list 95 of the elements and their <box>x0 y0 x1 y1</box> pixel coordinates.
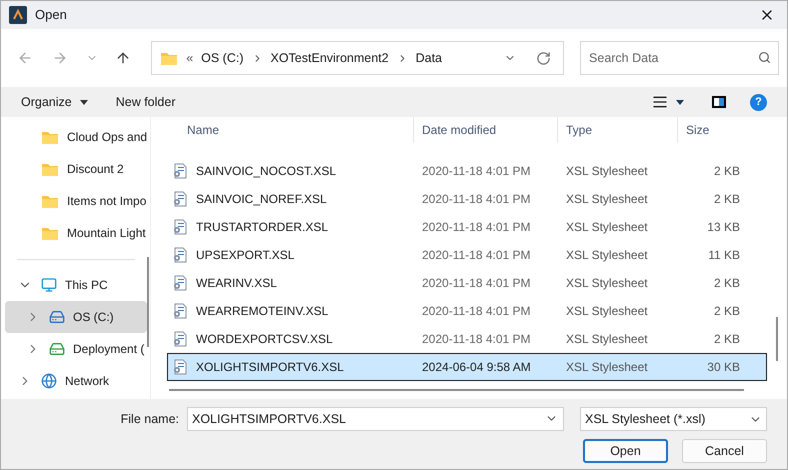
file-type-dropdown[interactable]: XSL Stylesheet (*.xsl) <box>580 407 767 431</box>
view-options-button[interactable] <box>652 94 684 110</box>
file-name: WORDEXPORTCSV.XSL <box>196 331 333 348</box>
size-cell-text: 2 KB <box>712 331 740 348</box>
stylesheet-file-icon <box>172 163 188 179</box>
cancel-button[interactable]: Cancel <box>682 439 767 463</box>
sidebar-item[interactable]: Mountain Light <box>5 217 147 249</box>
sidebar-item[interactable]: Items not Impo <box>5 185 147 217</box>
organize-menu[interactable]: Organize <box>21 92 88 112</box>
caret-icon <box>80 100 88 104</box>
file-name: SAINVOIC_NOCOST.XSL <box>196 163 336 180</box>
date-cell-text: 2020-11-18 4:01 PM <box>421 275 532 292</box>
file-name: WEARREMOTEINV.XSL <box>196 303 328 320</box>
type-cell-text: XSL Stylesheet <box>565 219 649 236</box>
breadcrumb-item[interactable]: XOTestEnvironment2 <box>270 48 389 68</box>
file-row[interactable]: XOLIGHTSIMPORTV6.XSL 2024-06-04 9:58 AM XSL Stylesheet 30 KB <box>167 353 767 381</box>
date-cell-text: 2020-11-18 4:01 PM <box>421 331 532 348</box>
stylesheet-file-icon <box>172 247 188 263</box>
new-folder-button[interactable]: New folder <box>116 92 176 112</box>
type-cell-text: XSL Stylesheet <box>565 163 649 180</box>
file-name: WEARINV.XSL <box>196 275 277 292</box>
date-cell-text: 2020-11-18 4:01 PM <box>421 163 532 180</box>
sidebar-item[interactable]: Network <box>5 365 147 397</box>
sidebar-item[interactable]: This PC <box>5 269 147 301</box>
stylesheet-file-icon <box>172 219 188 235</box>
drive-icon <box>49 341 65 357</box>
file-row[interactable]: WEARINV.XSL 2020-11-18 4:01 PM XSL Stylesheet 2 KB <box>167 269 767 297</box>
search-field[interactable]: Search Data <box>580 41 779 75</box>
drive-icon <box>49 309 65 325</box>
date-cell-text: 2020-11-18 4:01 PM <box>421 191 532 208</box>
stylesheet-file-icon <box>172 331 188 347</box>
file-name-label: File name: <box>120 410 179 428</box>
sidebar-item[interactable]: Cloud Ops and <box>5 121 147 153</box>
sidebar-item[interactable]: OS (C:) <box>5 301 147 333</box>
size-cell-text: 13 KB <box>706 219 740 236</box>
date-cell-text: 2024-06-04 9:58 AM <box>421 359 532 376</box>
type-cell-text: XSL Stylesheet <box>565 247 649 264</box>
sidebar-item[interactable]: Deployment ( <box>5 333 147 365</box>
file-name: SAINVOIC_NOREF.XSL <box>196 191 327 208</box>
file-name: XOLIGHTSIMPORTV6.XSL <box>196 359 344 376</box>
folder-icon <box>41 130 59 144</box>
open-button[interactable]: Open <box>583 439 668 463</box>
type-cell-text: XSL Stylesheet <box>565 191 649 208</box>
type-cell-text: XSL Stylesheet <box>565 331 649 348</box>
stylesheet-file-icon <box>172 303 188 319</box>
details-view-icon[interactable] <box>652 94 668 110</box>
address-bar[interactable]: « OS (C:) XOTestEnvironment2 Data <box>151 41 564 75</box>
size-cell-text: 2 KB <box>712 275 740 292</box>
preview-pane-button[interactable] <box>712 96 726 108</box>
folder-icon <box>160 50 178 66</box>
sidebar-item[interactable]: Discount 2 <box>5 153 147 185</box>
file-name: UPSEXPORT.XSL <box>196 247 294 264</box>
column-header[interactable]: Date modified <box>413 117 557 143</box>
window-title: Open <box>35 6 67 24</box>
file-row[interactable]: WORDEXPORTCSV.XSL 2020-11-18 4:01 PM XSL Stylesheet 2 KB <box>167 325 767 353</box>
globe-icon <box>41 373 57 389</box>
size-cell-text: 2 KB <box>712 191 740 208</box>
horizontal-scrollbar[interactable] <box>169 389 744 391</box>
stylesheet-file-icon <box>172 359 188 375</box>
type-cell-text: XSL Stylesheet <box>565 359 649 376</box>
file-row[interactable]: SAINVOIC_NOCOST.XSL 2020-11-18 4:01 PM XSL Stylesheet 2 KB <box>167 157 767 185</box>
refresh-icon[interactable] <box>536 50 552 66</box>
size-cell-text: 2 KB <box>712 303 740 320</box>
monitor-icon <box>41 277 57 293</box>
stylesheet-file-icon <box>172 191 188 207</box>
folder-icon <box>41 226 59 240</box>
size-cell-text: 11 KB <box>707 247 740 264</box>
type-cell-text: XSL Stylesheet <box>565 275 649 292</box>
folder-icon <box>41 162 59 176</box>
app-logo-icon <box>9 6 27 24</box>
overflow-chevron[interactable]: « <box>186 48 194 68</box>
help-button[interactable]: ? <box>750 94 767 110</box>
breadcrumb-item[interactable]: Data <box>416 48 442 68</box>
date-cell-text: 2020-11-18 4:01 PM <box>421 247 532 264</box>
column-header[interactable]: Size <box>677 117 741 143</box>
stylesheet-file-icon <box>172 275 188 291</box>
column-header[interactable]: Name <box>167 117 413 143</box>
file-row[interactable]: WEARREMOTEINV.XSL 2020-11-18 4:01 PM XSL Stylesheet 2 KB <box>167 297 767 325</box>
caret-icon <box>676 100 684 104</box>
file-row[interactable]: TRUSTARTORDER.XSL 2020-11-18 4:01 PM XSL Stylesheet 13 KB <box>167 213 767 241</box>
search-icon <box>758 51 771 64</box>
breadcrumb-item[interactable]: OS (C:) <box>201 48 244 68</box>
size-cell-text: 2 KB <box>712 163 740 180</box>
type-cell-text: XSL Stylesheet <box>565 303 649 320</box>
file-row[interactable]: UPSEXPORT.XSL 2020-11-18 4:01 PM XSL Stylesheet 11 KB <box>167 241 767 269</box>
file-row[interactable]: SAINVOIC_NOREF.XSL 2020-11-18 4:01 PM XSL Stylesheet 2 KB <box>167 185 767 213</box>
scrollbar[interactable] <box>147 257 149 347</box>
date-cell-text: 2020-11-18 4:01 PM <box>421 219 532 236</box>
file-name: TRUSTARTORDER.XSL <box>196 219 328 236</box>
size-cell-text: 30 KB <box>706 359 740 376</box>
column-header[interactable]: Type <box>557 117 677 143</box>
date-cell-text: 2020-11-18 4:01 PM <box>421 303 532 320</box>
scrollbar-thumb[interactable] <box>776 317 778 361</box>
folder-icon <box>41 194 59 208</box>
file-name-field[interactable]: XOLIGHTSIMPORTV6.XSL <box>187 407 564 431</box>
